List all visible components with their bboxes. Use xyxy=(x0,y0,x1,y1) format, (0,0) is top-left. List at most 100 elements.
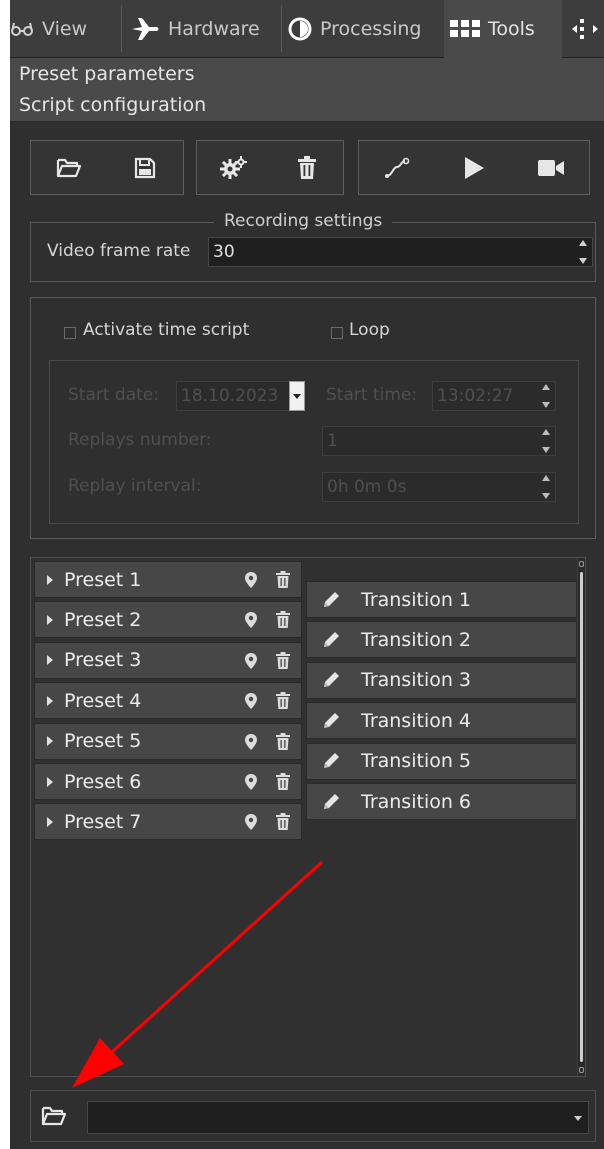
preset-label: Preset 6 xyxy=(64,770,142,793)
start-time-field[interactable]: 13:02:27 xyxy=(432,381,556,411)
replays-number-field[interactable]: 1 xyxy=(322,426,556,456)
location-pin-icon[interactable] xyxy=(244,773,258,796)
transition-item[interactable]: Transition 1 xyxy=(306,581,577,618)
trash-icon[interactable] xyxy=(276,651,290,675)
pencil-icon[interactable] xyxy=(321,792,341,812)
frame-rate-label: Video frame rate xyxy=(47,241,191,261)
preset-item[interactable]: Preset 7 xyxy=(34,803,302,841)
transition-item[interactable]: Transition 6 xyxy=(306,783,577,820)
replay-interval-field[interactable]: 0h 0m 0s xyxy=(322,472,556,502)
preset-label: Preset 7 xyxy=(64,810,142,833)
delete-button[interactable] xyxy=(287,148,327,188)
schedule-subgroup: Start date: 18.10.2023 Start time: 13:02… xyxy=(49,360,579,524)
script-configuration-header[interactable]: Script configuration xyxy=(10,89,604,122)
contrast-icon xyxy=(288,17,312,41)
trash-icon[interactable] xyxy=(276,571,290,594)
tools-panel: View Hardware Processing Tools Preset pa… xyxy=(10,0,604,1149)
grid-icon xyxy=(450,19,480,39)
start-date-field[interactable]: 18.10.2023 xyxy=(176,381,305,411)
tab-hardware[interactable]: Hardware xyxy=(130,0,278,58)
transition-item[interactable]: Transition 3 xyxy=(306,661,577,699)
preset-list[interactable]: Preset 1 Preset 2 Preset 3 Preset 4 Preset 5… xyxy=(30,557,586,1077)
tab-view[interactable]: View xyxy=(10,0,118,58)
record-button[interactable] xyxy=(531,148,571,188)
preset-item[interactable]: Preset 1 xyxy=(34,561,302,598)
expand-arrow-icon[interactable] xyxy=(47,614,53,625)
recording-settings-title: Recording settings xyxy=(214,211,393,231)
edit-toolbar-group xyxy=(196,140,344,195)
settings-button[interactable] xyxy=(214,148,254,188)
start-date-label: Start date: xyxy=(68,385,159,405)
glasses-icon xyxy=(10,19,34,39)
play-button[interactable] xyxy=(454,148,494,188)
expand-arrow-icon[interactable] xyxy=(47,816,53,827)
script-file-combo[interactable] xyxy=(87,1101,589,1134)
date-dropdown-button[interactable] xyxy=(289,381,305,411)
loop-label: Loop xyxy=(349,320,390,340)
replays-spin-arrows[interactable] xyxy=(539,429,553,453)
expand-arrow-icon[interactable] xyxy=(47,695,53,706)
file-toolbar-group xyxy=(30,140,184,195)
interval-spin-arrows[interactable] xyxy=(539,475,553,499)
tab-processing[interactable]: Processing xyxy=(288,0,438,58)
spin-up-icon xyxy=(579,240,587,246)
expand-arrow-icon[interactable] xyxy=(47,574,53,585)
pencil-icon[interactable] xyxy=(321,630,341,650)
open-script-button[interactable] xyxy=(41,1105,67,1131)
activate-time-script-checkbox[interactable] xyxy=(64,327,76,339)
preset-item[interactable]: Preset 3 xyxy=(34,641,302,679)
trash-icon[interactable] xyxy=(276,732,290,756)
preset-item[interactable]: Preset 4 xyxy=(34,682,302,720)
open-button[interactable] xyxy=(49,148,89,188)
tab-scroll-arrows-icon xyxy=(572,19,598,39)
gears-icon xyxy=(219,155,247,179)
location-pin-icon[interactable] xyxy=(244,692,258,715)
transition-item[interactable]: Transition 2 xyxy=(306,621,577,659)
transition-label: Transition 5 xyxy=(361,750,472,773)
tab-tools[interactable]: Tools xyxy=(444,0,562,58)
preset-item[interactable]: Preset 2 xyxy=(34,601,302,639)
trash-icon xyxy=(297,155,316,179)
trash-icon[interactable] xyxy=(276,692,290,715)
preset-item[interactable]: Preset 5 xyxy=(34,722,302,760)
transition-item[interactable]: Transition 5 xyxy=(306,742,577,780)
location-pin-icon[interactable] xyxy=(244,611,258,634)
location-pin-icon[interactable] xyxy=(244,571,258,594)
preset-parameters-header[interactable]: Preset parameters xyxy=(10,58,604,91)
expand-arrow-icon[interactable] xyxy=(47,736,53,747)
location-pin-icon[interactable] xyxy=(244,652,258,675)
trash-icon[interactable] xyxy=(276,773,290,796)
chevron-down-icon xyxy=(293,394,301,399)
camera-icon xyxy=(537,159,564,176)
time-script-group: Activate time script Loop Start date: 18… xyxy=(30,297,596,539)
path-button[interactable] xyxy=(377,148,417,188)
transition-item[interactable]: Transition 4 xyxy=(306,702,577,740)
location-pin-icon[interactable] xyxy=(244,733,258,756)
tab-bar: View Hardware Processing Tools xyxy=(10,0,604,58)
preset-item[interactable]: Preset 6 xyxy=(34,763,302,800)
pencil-icon[interactable] xyxy=(321,670,341,690)
play-toolbar-group xyxy=(358,140,590,195)
tab-divider xyxy=(121,6,122,52)
transition-label: Transition 4 xyxy=(361,709,472,732)
folder-open-icon xyxy=(41,1106,67,1126)
expand-arrow-icon[interactable] xyxy=(47,655,53,666)
pencil-icon[interactable] xyxy=(321,711,341,731)
location-pin-icon[interactable] xyxy=(244,813,258,836)
loop-checkbox[interactable] xyxy=(331,327,343,339)
spin-down-icon xyxy=(542,402,550,408)
start-time-spin-arrows[interactable] xyxy=(539,384,553,408)
expand-arrow-icon[interactable] xyxy=(47,776,53,787)
save-button[interactable] xyxy=(125,148,165,188)
list-scrollbar[interactable] xyxy=(577,558,585,1076)
tab-scroll-button[interactable] xyxy=(566,0,604,58)
scroll-thumb[interactable] xyxy=(580,572,583,1062)
frame-rate-spin-arrows[interactable] xyxy=(576,240,590,264)
frame-rate-spinbox[interactable]: 30 xyxy=(208,237,593,267)
pencil-icon[interactable] xyxy=(321,590,341,610)
trash-icon[interactable] xyxy=(276,611,290,634)
tab-label: View xyxy=(42,18,88,40)
trash-icon[interactable] xyxy=(276,813,290,836)
preset-label: Preset 4 xyxy=(64,689,142,712)
pencil-icon[interactable] xyxy=(321,751,341,771)
